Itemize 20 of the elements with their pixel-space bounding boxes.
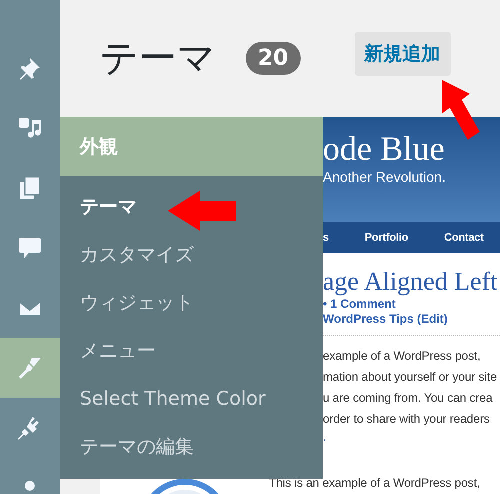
add-new-button[interactable]: 新規追加 bbox=[354, 32, 451, 76]
site-title: ode Blue bbox=[323, 130, 446, 169]
post-text-line: This is an example of a WordPress post, bbox=[269, 477, 482, 489]
post-title: age Aligned Left bbox=[323, 267, 499, 297]
post-text-line: order to share with your readers bbox=[323, 411, 491, 428]
submenu-item[interactable]: メニュー bbox=[80, 327, 156, 375]
submenu-item[interactable]: テーマ bbox=[80, 183, 137, 231]
page-title: テーマ bbox=[100, 35, 216, 82]
submenu-item[interactable]: カスタマイズ bbox=[80, 231, 194, 279]
post-meta: • 1 Comment bbox=[323, 297, 397, 312]
submenu-title[interactable]: 外観 bbox=[60, 117, 323, 176]
post-text-line: example of a WordPress post, bbox=[323, 348, 482, 365]
submenu-item[interactable]: Select Theme Color bbox=[80, 375, 266, 423]
post-text-line: u are coming from. You can crea bbox=[323, 390, 494, 407]
submenu-item[interactable]: テーマの編集 bbox=[80, 423, 194, 471]
post-text-line: mation about yourself or your site bbox=[323, 369, 498, 386]
count-badge: 20 bbox=[246, 42, 301, 75]
submenu-item[interactable]: ウィジェット bbox=[80, 279, 194, 327]
post-meta: WordPress Tips (Edit) bbox=[323, 312, 449, 327]
site-tagline: Another Revolution. bbox=[323, 169, 447, 185]
